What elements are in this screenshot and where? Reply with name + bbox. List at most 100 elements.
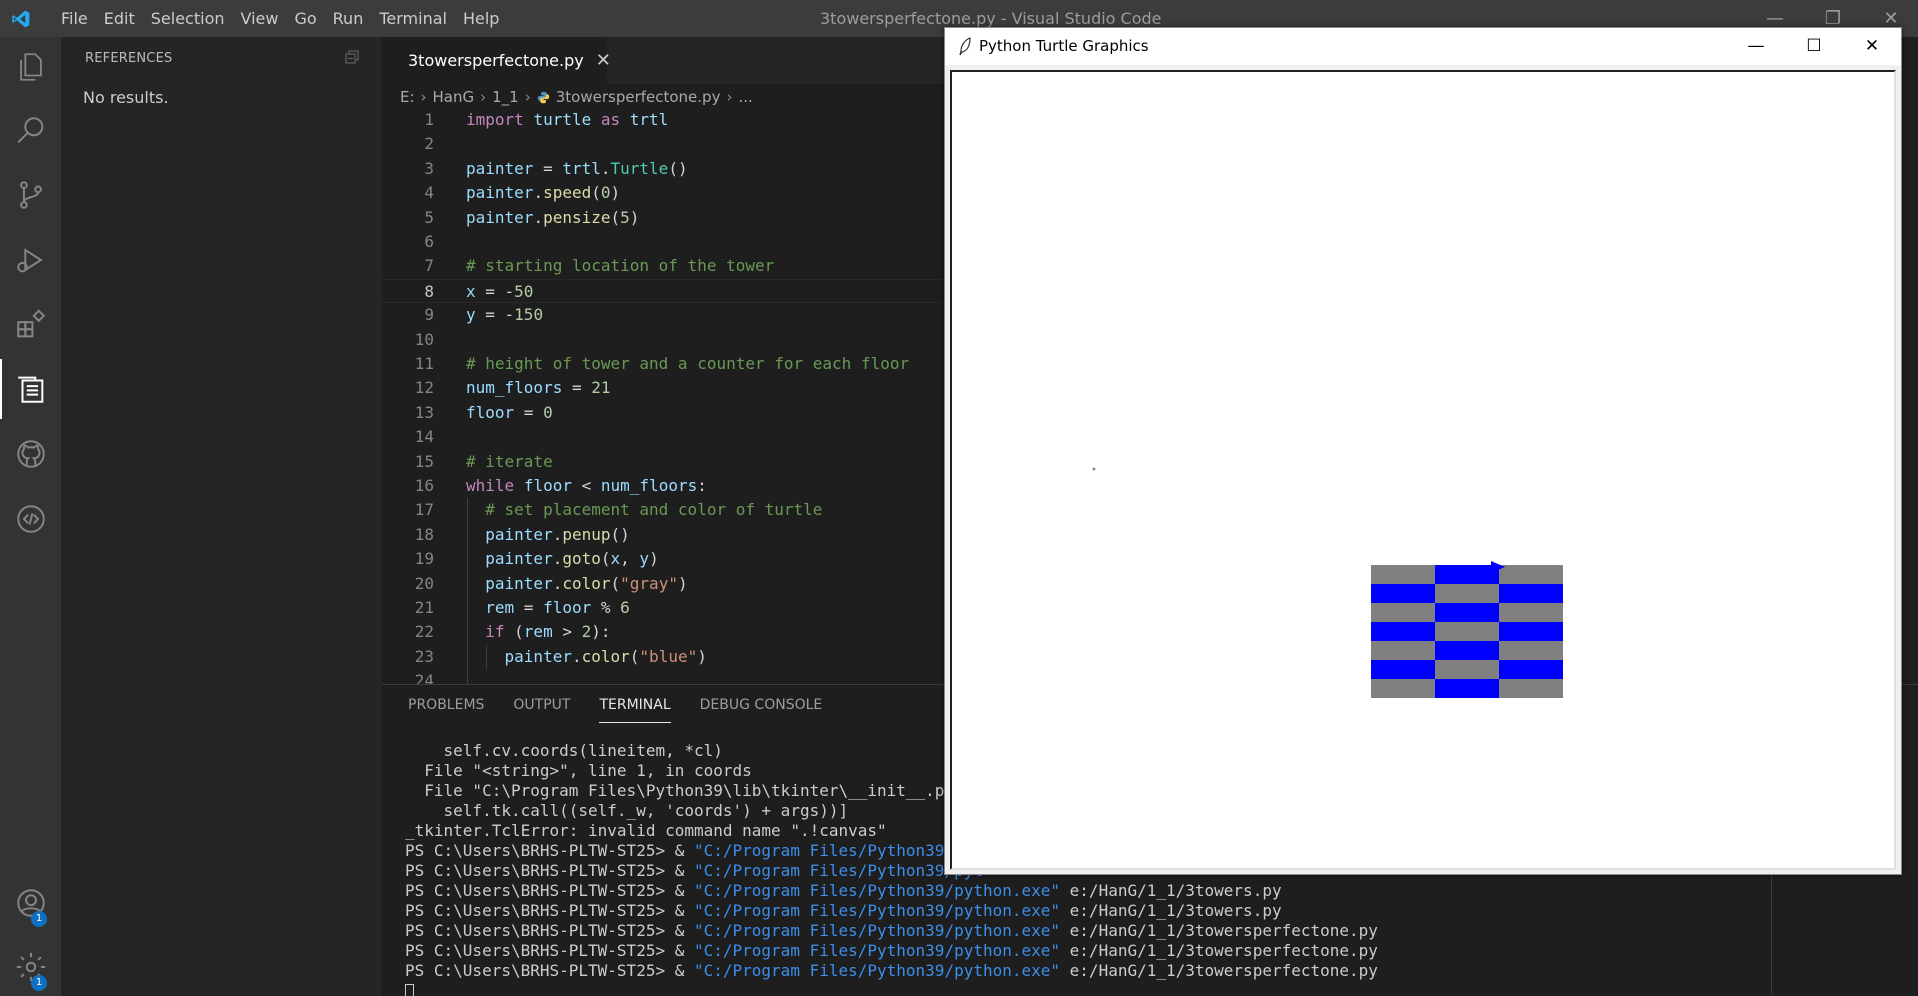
- line-text: if (rem > 2):: [485, 622, 611, 642]
- no-results-message: No results.: [83, 88, 169, 107]
- tab-terminal[interactable]: TERMINAL: [599, 697, 671, 723]
- terminal-cursor: [405, 983, 414, 996]
- code-line[interactable]: 12 num_floors = 21: [382, 376, 944, 400]
- line-number: 17: [414, 500, 434, 520]
- breadcrumb-item[interactable]: E:: [400, 88, 415, 106]
- turtle-window-title: Python Turtle Graphics: [979, 37, 1149, 55]
- code-line[interactable]: 11 # height of tower and a counter for ea…: [382, 352, 944, 376]
- vscode-logo-icon: [12, 10, 30, 28]
- menu-terminal[interactable]: Terminal: [371, 0, 455, 37]
- references-sidebar: REFERENCES No results.: [61, 37, 382, 996]
- menu-file[interactable]: File: [53, 0, 96, 37]
- editor-area: 3towersperfectone.py ✕ E: › HanG › 1_1 ›…: [382, 37, 944, 694]
- line-number: 5: [424, 207, 434, 227]
- settings-gear-icon[interactable]: 1: [0, 937, 61, 996]
- line-number: 13: [414, 402, 434, 422]
- explorer-icon[interactable]: [0, 37, 61, 97]
- references-icon[interactable]: [0, 359, 61, 419]
- line-number: 18: [414, 524, 434, 544]
- terminal-text: PS C:\Users\BRHS-PLTW-ST25> &: [405, 901, 694, 920]
- accounts-icon[interactable]: 1: [0, 873, 61, 933]
- tower-brick: [1499, 622, 1563, 641]
- tab-label: 3towersperfectone.py: [408, 51, 584, 70]
- code-line[interactable]: 14: [382, 425, 944, 449]
- terminal-text: e:/HanG/1_1/3towersperfectone.py: [1060, 921, 1378, 940]
- menu-run[interactable]: Run: [325, 0, 372, 37]
- code-line[interactable]: 2: [382, 132, 944, 156]
- code-line[interactable]: 16 while floor < num_floors:: [382, 474, 944, 498]
- menu-go[interactable]: Go: [286, 0, 324, 37]
- editor-tab[interactable]: 3towersperfectone.py ✕: [382, 37, 611, 84]
- indent-guide: [467, 498, 468, 694]
- tower-brick: [1371, 603, 1435, 622]
- terminal-text: self.cv.coords(lineitem, *cl): [405, 741, 723, 760]
- turtle-maximize-icon[interactable]: ☐: [1785, 28, 1843, 65]
- code-line[interactable]: 9 y = -150: [382, 303, 944, 327]
- remote-explorer-icon[interactable]: [0, 489, 61, 549]
- turtle-close-icon[interactable]: ✕: [1843, 28, 1901, 65]
- code-line[interactable]: 7 # starting location of the tower: [382, 254, 944, 278]
- tab-output[interactable]: OUTPUT: [513, 697, 570, 723]
- source-control-icon[interactable]: [0, 165, 61, 225]
- breadcrumb-item[interactable]: ...: [738, 88, 752, 106]
- run-debug-icon[interactable]: [0, 230, 61, 290]
- terminal-text: PS C:\Users\BRHS-PLTW-ST25> &: [405, 861, 694, 880]
- line-number: 2: [424, 134, 434, 154]
- terminal-string: "C:/Program Files/Python39/python.exe": [693, 921, 1061, 940]
- tower-brick: [1499, 565, 1563, 584]
- code-line[interactable]: 13 floor = 0: [382, 401, 944, 425]
- close-tab-icon[interactable]: ✕: [596, 50, 611, 71]
- code-line[interactable]: 15 # iterate: [382, 450, 944, 474]
- tab-debug-console[interactable]: DEBUG CONSOLE: [700, 697, 823, 723]
- tower-brick: [1371, 641, 1435, 660]
- menu-bar: File Edit Selection View Go Run Terminal Help: [53, 0, 507, 37]
- tab-problems[interactable]: PROBLEMS: [408, 697, 484, 723]
- line-text: painter = trtl.Turtle(): [466, 158, 688, 178]
- tower-brick: [1499, 603, 1563, 622]
- menu-selection[interactable]: Selection: [143, 0, 233, 37]
- line-number: 1: [424, 110, 434, 129]
- line-text: floor = 0: [466, 402, 553, 422]
- collapse-all-icon[interactable]: [344, 49, 360, 65]
- turtle-minimize-icon[interactable]: —: [1727, 28, 1785, 65]
- accounts-badge: 1: [31, 911, 47, 927]
- breadcrumb-item[interactable]: HanG: [433, 88, 475, 106]
- terminal-text: PS C:\Users\BRHS-PLTW-ST25> &: [405, 921, 694, 940]
- menu-view[interactable]: View: [233, 0, 287, 37]
- tower-brick: [1499, 660, 1563, 679]
- menu-help[interactable]: Help: [455, 0, 507, 37]
- editor-tab-bar: 3towersperfectone.py ✕: [382, 37, 944, 84]
- menu-edit[interactable]: Edit: [96, 0, 143, 37]
- breadcrumb: E: › HanG › 1_1 › 3towersperfectone.py ›…: [400, 86, 753, 108]
- line-text: painter.speed(0): [466, 183, 621, 203]
- tower-brick: [1435, 641, 1499, 660]
- code-line[interactable]: 1 import turtle as trtl: [382, 108, 944, 132]
- turtle-canvas[interactable]: [950, 70, 1896, 870]
- search-icon[interactable]: [0, 101, 61, 161]
- terminal-text: File "<string>", line 1, in coords: [405, 761, 752, 780]
- line-number: 16: [414, 476, 434, 495]
- chevron-right-icon: ›: [420, 88, 427, 106]
- terminal-line: PS C:\Users\BRHS-PLTW-ST25> & "C:/Progra…: [405, 921, 1378, 941]
- terminal-cursor-line[interactable]: [405, 981, 1378, 996]
- github-icon[interactable]: [0, 424, 61, 484]
- line-text: while floor < num_floors:: [466, 476, 707, 495]
- breadcrumb-item[interactable]: 1_1: [492, 88, 519, 106]
- code-line[interactable]: 6: [382, 230, 944, 254]
- terminal-string: "C:/Program Files/Python39/python.exe": [693, 881, 1061, 900]
- code-line[interactable]: 4 painter.speed(0): [382, 181, 944, 205]
- window-title: 3towersperfectone.py - Visual Studio Cod…: [820, 9, 1162, 28]
- line-text: # height of tower and a counter for each…: [466, 354, 910, 373]
- code-line[interactable]: 8 x = -50: [382, 278, 944, 303]
- line-text: # starting location of the tower: [466, 256, 775, 276]
- line-text: import turtle as trtl: [466, 110, 669, 129]
- tower-brick: [1371, 622, 1435, 641]
- code-line[interactable]: 3 painter = trtl.Turtle(): [382, 157, 944, 181]
- breadcrumb-item[interactable]: 3towersperfectone.py: [556, 88, 721, 106]
- editor-scrollbar[interactable]: [1900, 84, 1918, 684]
- extensions-icon[interactable]: [0, 295, 61, 355]
- code-line[interactable]: 10: [382, 328, 944, 352]
- line-number: 21: [414, 598, 434, 617]
- code-line[interactable]: 5 painter.pensize(5): [382, 206, 944, 230]
- tower-brick: [1435, 584, 1499, 603]
